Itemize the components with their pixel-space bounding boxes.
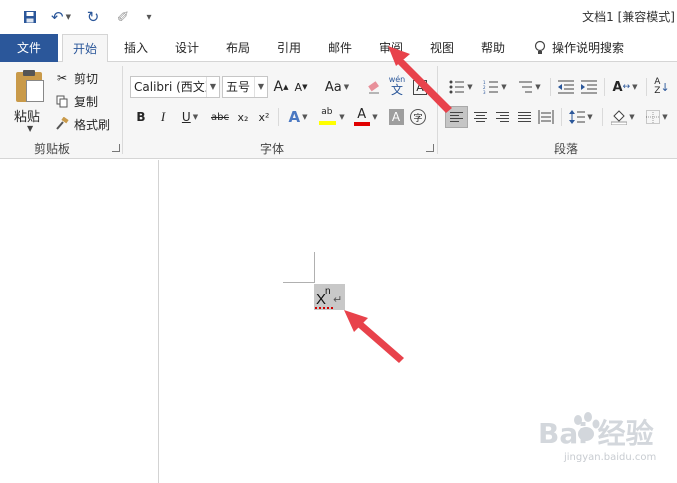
arrow-to-superscript xyxy=(344,310,404,363)
watermark-title: Bai 经验 xyxy=(538,417,654,450)
arrow-to-review-tab xyxy=(388,46,452,113)
baidu-watermark: Bai 经验 jingyan.baidu.com xyxy=(538,408,674,468)
watermark-url: jingyan.baidu.com xyxy=(564,452,657,463)
